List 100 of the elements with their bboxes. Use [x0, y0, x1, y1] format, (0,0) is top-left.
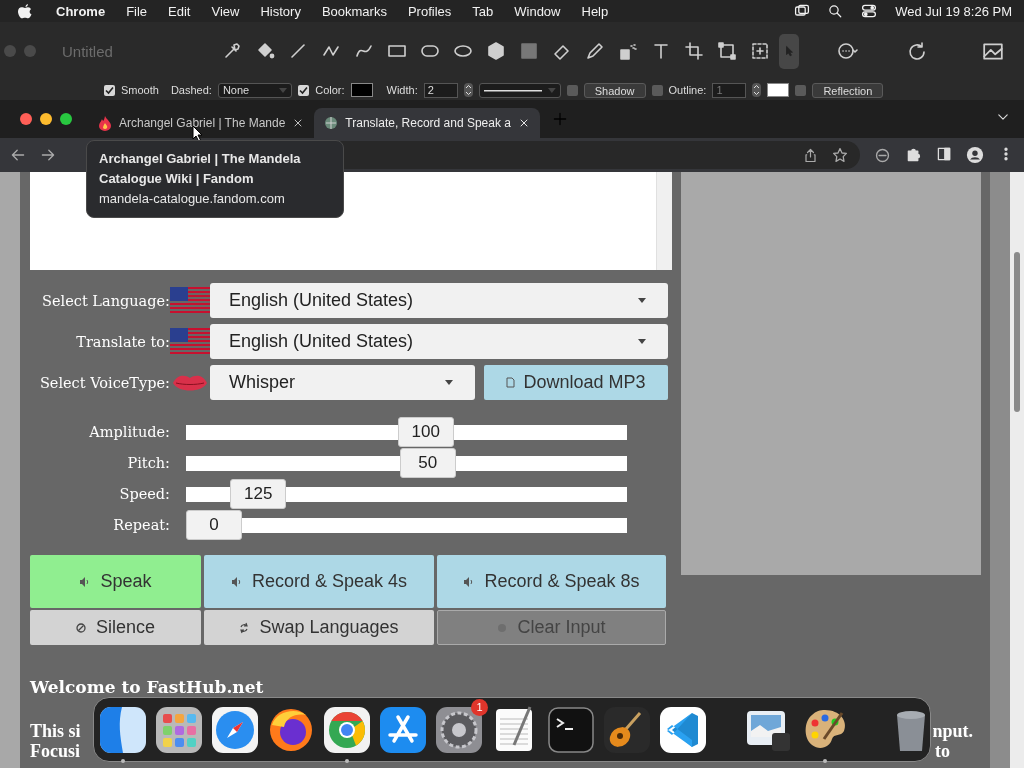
- shadow-button[interactable]: Shadow: [583, 82, 646, 98]
- menu-item[interactable]: History: [260, 3, 301, 19]
- action-button[interactable]: Silence: [30, 610, 201, 645]
- paint-bucket-icon[interactable]: [255, 41, 275, 61]
- menu-item[interactable]: View: [211, 3, 240, 19]
- paragraph-text: Focusi: [30, 741, 80, 761]
- screen-mirroring-icon[interactable]: [794, 3, 811, 19]
- extension-icon[interactable]: [874, 146, 891, 164]
- reflection-button[interactable]: Reflection: [812, 82, 884, 98]
- search-icon[interactable]: [828, 3, 844, 19]
- menu-item[interactable]: File: [126, 3, 148, 19]
- language-select[interactable]: English (United States): [210, 283, 668, 318]
- slider-thumb[interactable]: 100: [397, 416, 454, 447]
- swap-icon: [239, 621, 250, 634]
- rotate-icon[interactable]: [907, 41, 927, 61]
- stepper-icon[interactable]: [463, 83, 473, 97]
- download-button[interactable]: Download MP3: [484, 365, 668, 400]
- menu-item[interactable]: Edit: [168, 3, 191, 19]
- width-field[interactable]: 2: [423, 82, 458, 98]
- mouse-cursor-icon: [192, 125, 204, 143]
- slider-track[interactable]: 100: [186, 416, 627, 447]
- profile-avatar-icon[interactable]: [966, 146, 984, 164]
- slider-thumb[interactable]: 50: [399, 447, 456, 478]
- option-label: Width:: [386, 84, 418, 96]
- action-button[interactable]: Record & Speak 4s: [204, 555, 434, 608]
- menu-item[interactable]: Chrome: [56, 3, 106, 19]
- bookmark-star-icon[interactable]: [832, 147, 848, 163]
- voice-select[interactable]: Whisper: [210, 365, 475, 400]
- terminal-icon[interactable]: [546, 704, 596, 755]
- color-swatch[interactable]: [767, 83, 790, 97]
- menu-bar-clock[interactable]: Wed Jul 19 8:26 PM: [895, 3, 1012, 19]
- slider-track[interactable]: 50: [186, 447, 627, 478]
- flag-icon: [170, 328, 210, 355]
- outline-width-field[interactable]: 1: [712, 82, 747, 98]
- action-button[interactable]: Record & Speak 8s: [437, 555, 666, 608]
- transform-icon[interactable]: [717, 41, 737, 61]
- globe-icon: [324, 116, 339, 130]
- menu-item[interactable]: Window: [514, 3, 561, 19]
- checkbox[interactable]: [651, 84, 663, 96]
- compass-icon[interactable]: [210, 704, 260, 755]
- gear-icon[interactable]: [434, 704, 484, 755]
- browser-tab[interactable]: Translate, Record and Speak a: [314, 108, 540, 138]
- menu-item[interactable]: Tab: [472, 3, 494, 19]
- color-swatch[interactable]: [350, 83, 373, 97]
- minimize-window-button[interactable]: [40, 113, 52, 125]
- eyedropper-icon[interactable]: [222, 41, 242, 61]
- window-title: Untitled: [62, 42, 114, 60]
- action-button[interactable]: Swap Languages: [204, 610, 434, 645]
- option-label: Dashed:: [170, 84, 212, 96]
- tricolor-wheel-icon[interactable]: [322, 704, 372, 755]
- slider-track[interactable]: 0: [186, 509, 627, 540]
- filled-square-icon[interactable]: [519, 41, 539, 61]
- share-icon[interactable]: [803, 147, 818, 163]
- section-heading: Welcome to FastHub.net: [30, 677, 264, 697]
- language-select[interactable]: English (United States): [210, 324, 668, 359]
- menu-item[interactable]: Help: [581, 3, 609, 19]
- close-icon[interactable]: [518, 117, 530, 129]
- option-label: Smooth: [121, 84, 159, 96]
- slider-thumb[interactable]: 125: [230, 478, 287, 509]
- code-editor-icon[interactable]: [658, 704, 708, 755]
- text-tool-icon[interactable]: [651, 41, 671, 61]
- slider-track[interactable]: 125: [186, 478, 627, 509]
- slider-thumb[interactable]: 0: [186, 509, 242, 540]
- app-store-icon[interactable]: [378, 704, 428, 755]
- option-label: Color:: [315, 84, 345, 96]
- forward-icon[interactable]: [40, 147, 56, 163]
- caret-icon: [445, 380, 453, 385]
- control-center-icon[interactable]: [861, 3, 878, 19]
- checkbox[interactable]: [104, 84, 115, 96]
- notification-badge: 1: [471, 698, 488, 716]
- selection-icon[interactable]: [750, 41, 770, 61]
- maximize-window-button[interactable]: [60, 113, 72, 125]
- side-panel-icon[interactable]: [936, 146, 952, 162]
- speaker-icon: [463, 576, 475, 587]
- hexagon-icon[interactable]: [486, 41, 506, 61]
- menu-item[interactable]: Profiles: [407, 3, 452, 19]
- flame-icon: [98, 115, 112, 131]
- checkbox[interactable]: [298, 84, 310, 96]
- paragraph-text: This si: [30, 721, 81, 741]
- line-icon[interactable]: [288, 41, 308, 61]
- apple-logo-icon[interactable]: [18, 3, 32, 19]
- guitar-icon[interactable]: [602, 704, 652, 755]
- app-grid-icon[interactable]: [154, 704, 204, 755]
- menu-item[interactable]: Bookmarks: [321, 3, 387, 19]
- dash-select[interactable]: None: [217, 82, 293, 98]
- line-style-select[interactable]: [478, 82, 561, 98]
- spray-can-icon[interactable]: [618, 41, 638, 61]
- speaker-icon: [79, 576, 91, 587]
- back-icon[interactable]: [10, 147, 26, 163]
- pencil-icon[interactable]: [585, 41, 605, 61]
- stepper-icon[interactable]: [752, 83, 762, 97]
- puzzle-icon[interactable]: [905, 146, 922, 163]
- paragraph-text: nput.: [932, 721, 973, 741]
- checkbox[interactable]: [795, 84, 807, 96]
- close-window-button[interactable]: [20, 113, 32, 125]
- crop-icon[interactable]: [684, 41, 704, 61]
- slider-label: Speed:: [118, 485, 170, 502]
- action-button[interactable]: Speak: [30, 555, 201, 608]
- scrollbar[interactable]: [1010, 172, 1024, 768]
- checkbox[interactable]: [566, 84, 578, 96]
